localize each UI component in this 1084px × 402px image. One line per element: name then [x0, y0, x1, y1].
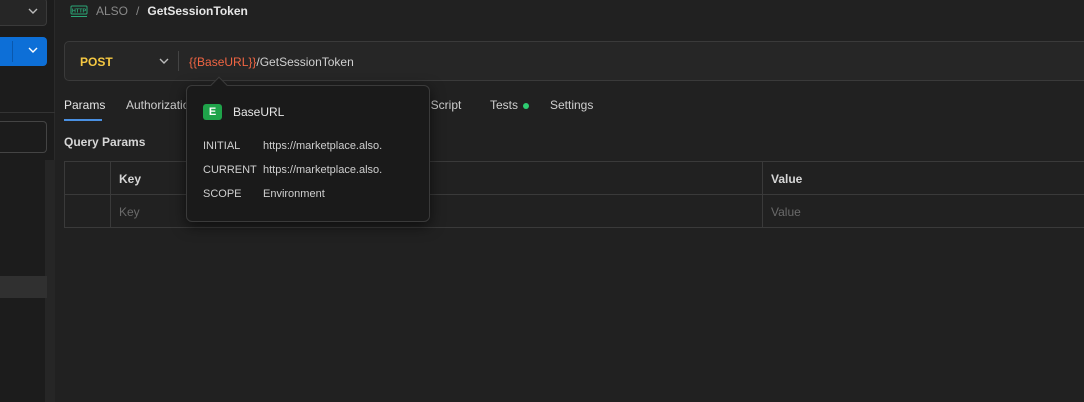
sidebar-divider	[0, 112, 55, 113]
active-tab-indicator	[64, 119, 102, 121]
tab-tests[interactable]: Tests	[490, 98, 530, 112]
sidebar-selected-item[interactable]	[0, 276, 47, 298]
sidebar-search-input[interactable]	[0, 121, 47, 153]
tooltip-value-initial: https://marketplace.also.	[263, 140, 383, 152]
svg-text:HTTP: HTTP	[72, 9, 87, 15]
chevron-down-icon[interactable]	[158, 55, 170, 67]
column-divider[interactable]	[762, 162, 763, 227]
variable-name: BaseURL	[233, 105, 285, 119]
tab-tests-label: Tests	[490, 98, 519, 112]
column-header-key: Key	[119, 172, 142, 186]
tooltip-value-scope: Environment	[263, 188, 325, 200]
tooltip-value-current[interactable]: https://marketplace.also.	[263, 164, 382, 176]
param-value-input[interactable]: Value	[771, 205, 801, 219]
tooltip-label-initial: INITIAL	[203, 140, 241, 152]
tab-params[interactable]: Params	[64, 98, 105, 112]
request-name[interactable]: GetSessionToken	[147, 4, 247, 18]
tests-status-dot	[523, 102, 530, 109]
breadcrumb-separator: /	[136, 4, 140, 18]
tooltip-label-current: CURRENT	[203, 164, 257, 176]
param-key-input[interactable]: Key	[119, 205, 140, 219]
request-url-bar: POST {{BaseURL}}/GetSessionToken	[64, 41, 1084, 81]
breadcrumb: HTTP ALSO / GetSessionToken	[70, 2, 248, 20]
tooltip-label-scope: SCOPE	[203, 188, 242, 200]
variable-tooltip: E BaseURL INITIAL https://marketplace.al…	[186, 76, 430, 222]
chevron-down-icon	[28, 8, 38, 14]
tab-settings[interactable]: Settings	[550, 98, 593, 112]
workspace-dropdown[interactable]	[0, 0, 47, 26]
url-input[interactable]: {{BaseURL}}/GetSessionToken	[189, 55, 354, 69]
column-header-value: Value	[771, 172, 803, 186]
url-divider	[178, 51, 179, 71]
new-button-dropdown[interactable]	[0, 37, 47, 66]
breadcrumb-parent[interactable]: ALSO	[96, 4, 128, 18]
chevron-down-icon	[28, 47, 38, 53]
http-icon: HTTP	[70, 5, 88, 17]
button-divider	[12, 41, 13, 62]
url-path: /GetSessionToken	[256, 55, 354, 69]
url-variable[interactable]: {{BaseURL}}	[189, 55, 256, 69]
method-select[interactable]: POST	[80, 55, 113, 69]
environment-badge-icon: E	[203, 104, 222, 120]
column-divider	[110, 162, 111, 227]
query-params-title: Query Params	[64, 135, 146, 149]
sidebar	[0, 0, 55, 402]
